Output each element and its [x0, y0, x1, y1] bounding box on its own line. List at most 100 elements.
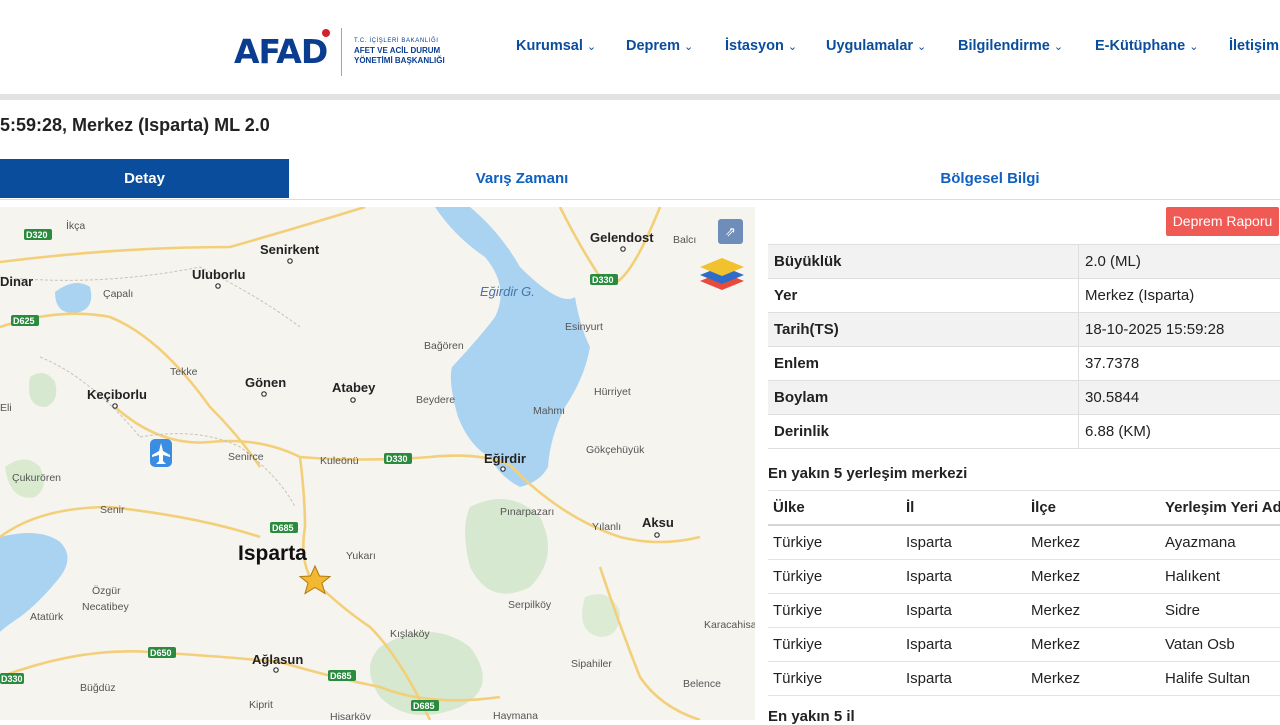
map-view[interactable]: D320 D625 D330 D330 D685 D650 D685 D685 … [0, 207, 755, 720]
detail-value: 6.88 (KM) [1079, 415, 1280, 449]
place-label: Çapalı [103, 288, 133, 300]
table-row: TürkiyeIspartaMerkezSidre [768, 594, 1280, 628]
logo-crescent-icon [322, 29, 330, 37]
place-label: Yukarı [346, 550, 376, 562]
event-details-table: Büyüklük2.0 (ML) YerMerkez (Isparta) Tar… [768, 244, 1280, 449]
nearest-provinces-title: En yakın 5 il [768, 708, 855, 725]
table-row: Enlem37.7378 [768, 347, 1280, 381]
place-label: Büğdüz [80, 682, 116, 694]
column-header: Yerleşim Yeri Ad [1160, 491, 1280, 526]
detail-key: Yer [768, 279, 1079, 313]
town-label: Atabey [332, 380, 376, 395]
earthquake-report-button[interactable]: Deprem Raporu [1166, 207, 1279, 236]
table-row: TürkiyeIspartaMerkezHalıkent [768, 560, 1280, 594]
cell: Isparta [901, 594, 1026, 628]
nav-label: İstasyon [725, 38, 784, 54]
town-label: Eğirdir [484, 451, 526, 466]
lake-label: Eğirdir G. [480, 284, 535, 299]
nav-iletisim[interactable]: İletişim [1229, 38, 1279, 54]
cell: Isparta [901, 662, 1026, 696]
nav-kurumsal[interactable]: Kurumsal⌄ [516, 38, 596, 54]
place-label: Hürriyet [594, 386, 631, 398]
logo-divider [341, 28, 342, 76]
tab-detay[interactable]: Detay [0, 159, 289, 198]
layers-icon[interactable] [698, 256, 746, 298]
table-row: TürkiyeIspartaMerkezHalife Sultan [768, 662, 1280, 696]
nav-label: Deprem [626, 38, 680, 54]
nav-label: Uygulamalar [826, 38, 913, 54]
tab-varis-zamani[interactable]: Varış Zamanı [289, 159, 755, 198]
detail-value: 2.0 (ML) [1079, 245, 1280, 279]
logo-line-3: YÖNETİMİ BAŞKANLIĞI [354, 56, 445, 66]
place-label: Serpilköy [508, 599, 552, 611]
cell: Vatan Osb [1160, 628, 1280, 662]
logo-line-1: T.C. İÇİŞLERİ BAKANLIĞI [354, 36, 445, 46]
cell: Türkiye [768, 662, 901, 696]
town-label: Ağlasun [252, 652, 303, 667]
place-label: Hisarköy [330, 711, 372, 720]
logo-wordmark: AFAD [234, 32, 327, 71]
cell: Türkiye [768, 560, 901, 594]
detail-key: Tarih(TS) [768, 313, 1079, 347]
place-label: Balcı [673, 234, 696, 246]
place-label: Beydere [416, 394, 455, 406]
nav-label: Kurumsal [516, 38, 583, 54]
table-row: TürkiyeIspartaMerkezAyazmana [768, 525, 1280, 560]
nav-bilgilendirme[interactable]: Bilgilendirme⌄ [958, 38, 1063, 54]
cell: Merkez [1026, 594, 1160, 628]
road-shield: D685 [330, 671, 352, 681]
detail-key: Boylam [768, 381, 1079, 415]
cell: Halıkent [1160, 560, 1280, 594]
header-shadow [0, 94, 1280, 100]
place-label: Haymana [493, 710, 538, 720]
road-shield: D330 [1, 674, 23, 684]
event-title: 5:59:28, Merkez (Isparta) ML 2.0 [0, 115, 270, 136]
table-row: Büyüklük2.0 (ML) [768, 245, 1280, 279]
detail-key: Enlem [768, 347, 1079, 381]
cell: Sidre [1160, 594, 1280, 628]
place-label: Sipahiler [571, 658, 612, 670]
site-header: AFAD T.C. İÇİŞLERİ BAKANLIĞI AFET VE ACİ… [0, 0, 1280, 94]
afad-logo[interactable]: AFAD T.C. İÇİŞLERİ BAKANLIĞI AFET VE ACİ… [234, 26, 454, 78]
town-label: Gönen [245, 375, 286, 390]
tab-bolgesel-bilgi[interactable]: Bölgesel Bilgi [755, 159, 1225, 198]
place-label: Yılanlı [592, 521, 621, 533]
chevron-down-icon: ⌄ [917, 41, 926, 53]
chevron-down-icon: ⌄ [1189, 41, 1198, 53]
place-label: Karacahisar [704, 619, 755, 631]
place-label: Esinyurt [565, 321, 603, 333]
place-label: Senirce [228, 451, 264, 463]
table-row: Tarih(TS)18-10-2025 15:59:28 [768, 313, 1280, 347]
airport-icon [150, 439, 172, 467]
chevron-down-icon: ⌄ [788, 41, 797, 53]
cell: Isparta [901, 560, 1026, 594]
cell: Halife Sultan [1160, 662, 1280, 696]
detail-value: 30.5844 [1079, 381, 1280, 415]
cell: Merkez [1026, 628, 1160, 662]
nav-e-kutuphane[interactable]: E-Kütüphane ⌄ [1095, 38, 1198, 54]
detail-value: Merkez (Isparta) [1079, 279, 1280, 313]
nearest-settlements-table: Ülke İl İlçe Yerleşim Yeri Ad TürkiyeIsp… [768, 490, 1280, 696]
chevron-down-icon: ⌄ [684, 41, 693, 53]
road-shield: D330 [386, 454, 408, 464]
place-label: İkça [66, 219, 85, 232]
fullscreen-toggle-icon[interactable]: ⇗ [718, 219, 743, 244]
nav-label: E-Kütüphane [1095, 38, 1185, 54]
place-label: Kiprit [249, 699, 273, 711]
cell: Isparta [901, 628, 1026, 662]
nav-deprem[interactable]: Deprem ⌄ [626, 38, 693, 54]
logo-line-2: AFET VE ACİL DURUM [354, 46, 445, 56]
cell: Türkiye [768, 594, 901, 628]
table-row: YerMerkez (Isparta) [768, 279, 1280, 313]
detail-value: 18-10-2025 15:59:28 [1079, 313, 1280, 347]
tab-bar: Detay Varış Zamanı Bölgesel Bilgi [0, 159, 1280, 200]
town-label: Keçiborlu [87, 387, 147, 402]
table-row: TürkiyeIspartaMerkezVatan Osb [768, 628, 1280, 662]
town-label: Uluborlu [192, 267, 245, 282]
nav-uygulamalar[interactable]: Uygulamalar ⌄ [826, 38, 926, 54]
nav-istasyon[interactable]: İstasyon ⌄ [725, 38, 797, 54]
town-label: Gelendost [590, 230, 654, 245]
place-label: Gökçehüyük [586, 444, 645, 456]
place-label: Necatibey [82, 601, 129, 613]
cell: Merkez [1026, 560, 1160, 594]
